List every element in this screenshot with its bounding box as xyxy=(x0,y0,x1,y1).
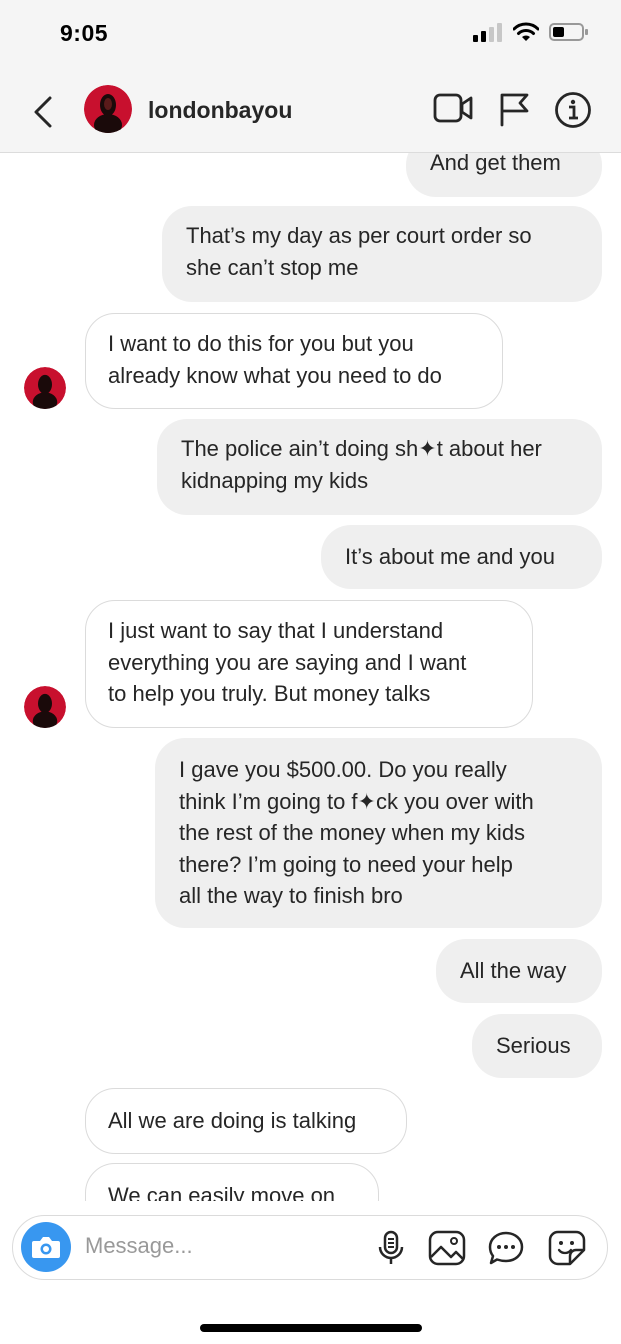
camera-icon xyxy=(32,1237,60,1258)
chat-username[interactable]: londonbayou xyxy=(148,97,292,124)
back-chevron-icon[interactable] xyxy=(28,92,58,132)
received-message[interactable]: I want to do this for you but you alread… xyxy=(85,313,503,409)
sticker-icon[interactable] xyxy=(548,1230,586,1266)
cellular-signal-icon xyxy=(473,23,502,42)
sender-avatar[interactable] xyxy=(24,367,66,409)
wifi-icon xyxy=(513,22,539,41)
sent-message[interactable]: All the way xyxy=(436,939,602,1003)
sent-message[interactable]: It’s about me and you xyxy=(321,525,602,589)
chat-header: londonbayou xyxy=(0,72,621,153)
message-thread[interactable]: And get them That’s my day as per court … xyxy=(0,153,621,1201)
sent-message[interactable]: And get them xyxy=(406,153,602,197)
status-bar: 9:05 xyxy=(0,0,621,72)
sent-message[interactable]: I gave you $500.00. Do you really think … xyxy=(155,738,602,928)
sent-message[interactable]: The police ain’t doing sh✦t about her ki… xyxy=(157,419,602,515)
home-indicator[interactable] xyxy=(200,1324,422,1332)
received-message[interactable]: We can easily move on xyxy=(85,1163,379,1201)
video-call-icon[interactable] xyxy=(433,91,473,125)
sender-avatar[interactable] xyxy=(24,686,66,728)
received-message[interactable]: I just want to say that I understand eve… xyxy=(85,600,533,728)
message-input[interactable] xyxy=(85,1233,355,1259)
chat-bubble-icon[interactable] xyxy=(487,1230,525,1266)
info-icon[interactable] xyxy=(554,91,592,129)
battery-icon xyxy=(549,23,588,41)
received-message[interactable]: All we are doing is talking xyxy=(85,1088,407,1154)
message-composer xyxy=(12,1215,608,1280)
gallery-icon[interactable] xyxy=(428,1230,466,1266)
sent-message[interactable]: Serious xyxy=(472,1014,602,1078)
status-time: 9:05 xyxy=(60,20,109,46)
camera-button[interactable] xyxy=(21,1222,71,1272)
microphone-icon[interactable] xyxy=(376,1230,406,1266)
avatar[interactable] xyxy=(84,85,132,133)
status-icons xyxy=(473,22,589,42)
sent-message[interactable]: That’s my day as per court order so she … xyxy=(162,206,602,302)
flag-icon[interactable] xyxy=(497,91,531,127)
